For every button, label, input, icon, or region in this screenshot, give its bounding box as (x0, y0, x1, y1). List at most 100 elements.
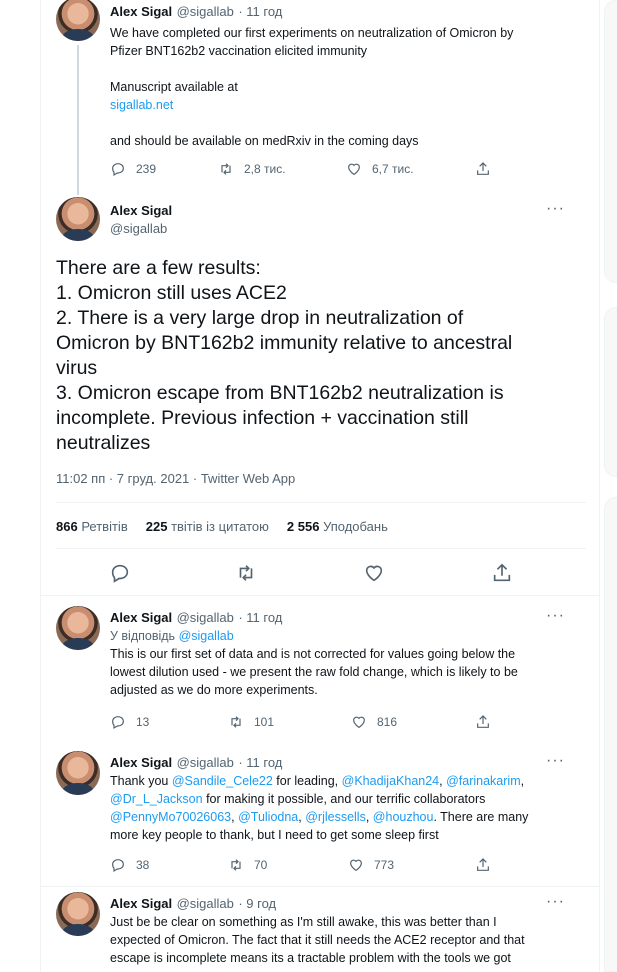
mention-link[interactable]: @Tuliodna (238, 810, 298, 824)
text-line: neutralizes (56, 432, 151, 454)
reply-tweet[interactable]: Alex Sigal @sigallab · 11 год ··· Thank … (41, 741, 599, 886)
text-line: Omicron by BNT162b2 immunity relative to… (56, 332, 513, 354)
avatar[interactable] (56, 751, 100, 795)
tweet-time[interactable]: · 11 год (238, 755, 282, 770)
divider (56, 548, 586, 549)
share-button[interactable] (475, 855, 491, 875)
retweet-count: 2,8 тис. (244, 162, 286, 176)
author-name[interactable]: Alex Sigal (110, 755, 172, 770)
author-handle[interactable]: @sigallab (177, 4, 234, 19)
share-button[interactable] (475, 712, 491, 732)
quotes-label: твітів із цитатою (171, 519, 269, 534)
avatar[interactable] (56, 892, 100, 936)
avatar[interactable] (56, 0, 100, 41)
like-button[interactable]: 6,7 тис. (346, 159, 414, 179)
more-icon: ··· (546, 893, 565, 910)
tweet-time[interactable]: · 9 год (238, 896, 276, 911)
text-line: 2. There is a very large drop in neutral… (56, 307, 464, 329)
text-fragment: . There are many (433, 810, 529, 824)
tweet-timestamp[interactable]: 11:02 пп · 7 груд. 2021 · Twitter Web Ap… (56, 471, 295, 486)
mention-link[interactable]: @houzhou (373, 810, 434, 824)
text-line: @PennyMo70026063, @Tuliodna, @rjlessells… (110, 810, 529, 824)
right-sidebar (604, 0, 617, 972)
retweets-stat[interactable]: 866 Ретвітів (56, 519, 128, 534)
tweet-time[interactable]: · 11 год (238, 610, 282, 625)
retweet-button[interactable]: 2,8 тис. (218, 159, 286, 179)
text-line: escape is incomplete means its a tractab… (110, 951, 511, 965)
parent-tweet[interactable]: Alex Sigal @sigallab · 11 год We have co… (41, 0, 599, 195)
mention-link[interactable]: @farinakarim (446, 774, 521, 788)
reply-icon[interactable] (109, 562, 131, 584)
like-count: 773 (374, 858, 395, 872)
author-handle[interactable]: @sigallab (177, 610, 234, 625)
author-handle[interactable]: @sigallab (177, 896, 234, 911)
mention-link[interactable]: @sigallab (179, 629, 234, 643)
retweet-count: 101 (254, 715, 275, 729)
reply-tweet[interactable]: Alex Sigal @sigallab · 9 год ··· Just be… (41, 886, 599, 972)
like-button[interactable]: 816 (351, 712, 397, 732)
tweet-stats: 866 Ретвітів 225 твітів із цитатою 2 556… (56, 519, 388, 534)
text-fragment: for leading, (276, 774, 339, 788)
more-options-button[interactable]: ··· (546, 608, 566, 624)
retweet-button[interactable]: 70 (228, 855, 267, 875)
mention-link[interactable]: @Sandile_Cele22 (172, 774, 273, 788)
more-icon: ··· (546, 200, 565, 217)
reply-button[interactable]: 13 (110, 712, 149, 732)
mention-link[interactable]: @KhadijaKhan24 (342, 774, 440, 788)
author-name[interactable]: Alex Sigal (110, 203, 172, 218)
mention-link[interactable]: @PennyMo70026063 (110, 810, 231, 824)
mention-link[interactable]: @rjlessells (305, 810, 366, 824)
retweet-icon[interactable] (235, 562, 257, 584)
tweet-header: Alex Sigal @sigallab · 11 год (110, 754, 282, 772)
reply-button[interactable]: 239 (110, 159, 156, 179)
text-line: Pfizer BNT162b2 vaccination elicited imm… (110, 44, 368, 58)
text-line: 3. Omicron escape from BNT162b2 neutrali… (56, 382, 504, 404)
text-line: adjusted as we do more experiments. (110, 683, 318, 697)
reply-button[interactable]: 38 (110, 855, 149, 875)
external-link[interactable]: sigallab.net (110, 96, 560, 114)
text-line: lowest dilution used - we present the ra… (110, 665, 518, 679)
more-icon: ··· (546, 752, 565, 769)
tweet-text: У відповідь @sigallab This is our first … (110, 627, 560, 699)
mention-link[interactable]: @Dr_L_Jackson (110, 792, 203, 806)
share-icon (477, 715, 489, 728)
likes-stat[interactable]: 2 556 Уподобань (287, 519, 388, 534)
share-icon (477, 162, 489, 175)
tweet-actions: 13 101 816 (110, 712, 490, 732)
author-name[interactable]: Alex Sigal (110, 896, 172, 911)
heart-icon[interactable] (363, 562, 385, 584)
author-name[interactable]: Alex Sigal (110, 610, 172, 625)
text-fragment: Thank you (110, 774, 169, 788)
tweet-time[interactable]: · 11 год (238, 4, 282, 19)
text-line: We have completed our first experiments … (110, 26, 514, 40)
sidebar-card (604, 497, 617, 972)
like-button[interactable]: 773 (348, 855, 394, 875)
text-line: Just be be clear on something as I'm sti… (110, 915, 497, 929)
more-options-button[interactable]: ··· (546, 201, 566, 217)
tweet-text: Thank you @Sandile_Cele22 for leading, @… (110, 772, 560, 844)
text-fragment: for making it possible, and our terrific… (206, 792, 486, 806)
retweet-icon (231, 859, 241, 871)
more-options-button[interactable]: ··· (546, 753, 566, 769)
text-line: There are a few results: (56, 257, 261, 279)
author-name-block[interactable]: Alex Sigal @sigallab (110, 203, 172, 236)
text-line: 1. Omicron still uses ACE2 (56, 282, 287, 304)
retweet-button[interactable]: 101 (228, 712, 274, 732)
retweets-count: 866 (56, 519, 78, 534)
quotes-stat[interactable]: 225 твітів із цитатою (146, 519, 269, 534)
more-options-button[interactable]: ··· (546, 894, 566, 910)
text-line: and should be available on medRxiv in th… (110, 134, 419, 148)
text-line: @Dr_L_Jackson for making it possible, an… (110, 790, 560, 808)
share-icon[interactable] (491, 562, 513, 584)
avatar[interactable] (56, 197, 100, 241)
share-button[interactable] (475, 159, 491, 179)
thread-connector-line (77, 45, 79, 195)
heart-icon (353, 716, 365, 729)
reply-tweet[interactable]: Alex Sigal @sigallab · 11 год ··· У відп… (41, 596, 599, 741)
avatar[interactable] (56, 606, 100, 650)
text-line: incomplete. Previous infection + vaccina… (56, 407, 469, 429)
author-name[interactable]: Alex Sigal (110, 4, 172, 19)
author-handle[interactable]: @sigallab (177, 755, 234, 770)
author-handle[interactable]: @sigallab (110, 221, 172, 236)
more-icon: ··· (546, 607, 565, 624)
